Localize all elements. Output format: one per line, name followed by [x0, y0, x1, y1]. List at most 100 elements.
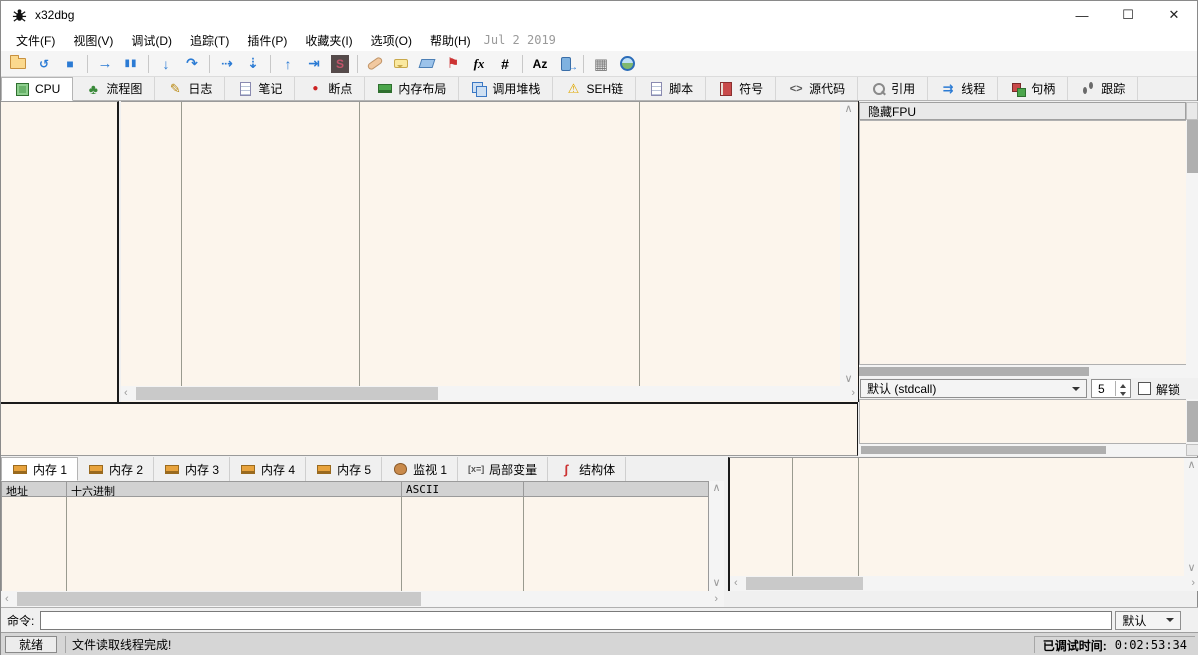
tab-seh-chain[interactable]: ⚠SEH链	[553, 77, 636, 100]
tab-dump-1[interactable]: 内存 1	[1, 457, 78, 481]
tab-script[interactable]: 脚本	[636, 77, 706, 100]
about-icon	[620, 56, 635, 71]
tab-watch-1[interactable]: 监视 1	[382, 457, 458, 481]
pencil-page-icon: ✎	[167, 81, 183, 97]
toolbar-separator	[209, 55, 210, 73]
dump-vscrollbar[interactable]: ∧ ∨	[709, 481, 724, 591]
close-button[interactable]: ✕	[1151, 1, 1197, 29]
dump-view[interactable]	[1, 497, 709, 591]
command-profile-combo[interactable]: 默认	[1115, 611, 1181, 630]
disassembly-sidebar[interactable]	[1, 101, 119, 402]
tab-source[interactable]: <>源代码	[776, 77, 858, 100]
functions-button[interactable]: fx	[467, 53, 491, 75]
menu-file[interactable]: 文件(F)	[7, 30, 64, 51]
run-to-user-code-button[interactable]: ⇥	[302, 53, 326, 75]
run-button[interactable]: →	[93, 53, 117, 75]
scroll-corner	[1186, 102, 1198, 120]
disassembly-vscrollbar[interactable]: ∧ ∨	[840, 102, 857, 387]
script-page-icon	[648, 81, 664, 97]
registers-view[interactable]	[859, 120, 1187, 365]
hide-fpu-button[interactable]: 隐藏FPU	[859, 102, 1186, 120]
restart-button[interactable]: ↺	[32, 53, 56, 75]
tab-call-stack[interactable]: 调用堆栈	[459, 77, 553, 100]
toolbar-separator	[583, 55, 584, 73]
spin-up-icon	[1116, 381, 1129, 390]
tab-struct[interactable]: ʃ结构体	[548, 457, 626, 481]
menu-plugins[interactable]: 插件(P)	[238, 30, 296, 51]
column-address: 地址	[2, 482, 67, 496]
tab-handles[interactable]: 句柄	[998, 77, 1068, 100]
menu-help[interactable]: 帮助(H)	[421, 30, 480, 51]
source-code-icon: <>	[788, 81, 804, 97]
trace-into-button[interactable]: ⇢	[215, 53, 239, 75]
registers-vscrollbar[interactable]	[1186, 120, 1198, 365]
pause-button[interactable]: ▮▮	[119, 53, 143, 75]
menu-favourites[interactable]: 收藏夹(I)	[296, 30, 361, 51]
attach-button[interactable]	[554, 53, 578, 75]
registers-hscrollbar[interactable]	[859, 365, 1198, 378]
stack-vscrollbar[interactable]: ∧ ∨	[1184, 458, 1198, 576]
tab-references[interactable]: 引用	[858, 77, 928, 100]
tab-symbols[interactable]: 符号	[706, 77, 776, 100]
dump-hscrollbar[interactable]: ‹ ›	[1, 591, 724, 607]
tab-threads[interactable]: ⇉线程	[928, 77, 998, 100]
minimize-button[interactable]: —	[1059, 1, 1105, 29]
chevron-down-icon	[1166, 618, 1174, 626]
title-bar[interactable]: x32dbg — ☐ ✕	[1, 1, 1197, 29]
step-into-button[interactable]: ↓	[154, 53, 178, 75]
labels-button[interactable]	[415, 53, 439, 75]
case-button[interactable]: Az	[528, 53, 552, 75]
scroll-corner	[1186, 444, 1198, 456]
struct-icon: ʃ	[558, 461, 574, 477]
hash-button[interactable]: #	[493, 53, 517, 75]
references-magnifier-icon	[870, 81, 886, 97]
menu-trace[interactable]: 追踪(T)	[181, 30, 238, 51]
debug-time-panel: 已调试时间: 0:02:53:34	[1034, 636, 1195, 653]
trace-over-button[interactable]: ⇣	[241, 53, 265, 75]
tab-dump-3[interactable]: 内存 3	[154, 457, 230, 481]
toolbar-separator	[148, 55, 149, 73]
disassembly-hscrollbar[interactable]: ‹ ›	[121, 386, 858, 401]
step-over-button[interactable]: ↷	[180, 53, 204, 75]
bookmarks-button[interactable]: ⚑	[441, 53, 465, 75]
menu-options[interactable]: 选项(O)	[362, 30, 421, 51]
unlock-label: 解锁	[1156, 381, 1180, 398]
argument-count-spinner[interactable]: 5	[1091, 379, 1131, 398]
chevron-down-icon	[1072, 387, 1080, 395]
tab-dump-2[interactable]: 内存 2	[78, 457, 154, 481]
tab-breakpoints[interactable]: ●断点	[295, 77, 365, 100]
tab-locals[interactable]: [x=]局部变量	[458, 457, 548, 481]
menu-debug[interactable]: 调试(D)	[122, 30, 181, 51]
seh-chain-button[interactable]: S	[328, 53, 352, 75]
about-button[interactable]	[615, 53, 639, 75]
unlock-checkbox[interactable]	[1138, 382, 1151, 395]
command-input[interactable]	[40, 611, 1112, 630]
tab-graph[interactable]: ♣流程图	[73, 77, 155, 100]
tab-memory-map[interactable]: 内存布局	[365, 77, 459, 100]
column-extra	[524, 482, 708, 496]
arguments-vscrollbar[interactable]	[1186, 399, 1198, 444]
calculator-button[interactable]: ▦	[589, 53, 613, 75]
execute-till-return-button[interactable]: ↑	[276, 53, 300, 75]
stack-pane[interactable]: ∧ ∨ ‹ ›	[728, 457, 1198, 591]
tab-log[interactable]: ✎日志	[155, 77, 225, 100]
tab-dump-4[interactable]: 内存 4	[230, 457, 306, 481]
menu-view[interactable]: 视图(V)	[64, 30, 122, 51]
dump-header-row: 地址 十六进制 ASCII	[1, 481, 709, 497]
tab-dump-5[interactable]: 内存 5	[306, 457, 382, 481]
patches-button[interactable]	[363, 53, 387, 75]
toolbar-separator	[357, 55, 358, 73]
tab-trace[interactable]: 跟踪	[1068, 77, 1138, 100]
comments-button[interactable]	[389, 53, 413, 75]
calling-convention-combo[interactable]: 默认 (stdcall)	[860, 379, 1087, 398]
disassembly-pane[interactable]: ∧ ∨ ‹ ›	[121, 101, 858, 402]
tab-cpu[interactable]: CPU	[1, 77, 73, 101]
tab-notes[interactable]: 笔记	[225, 77, 295, 100]
stack-hscrollbar[interactable]: ‹ ›	[730, 576, 1198, 591]
maximize-button[interactable]: ☐	[1105, 1, 1151, 29]
arguments-view[interactable]	[859, 399, 1187, 444]
open-file-button[interactable]	[6, 53, 30, 75]
arguments-hscrollbar[interactable]	[859, 444, 1187, 456]
info-box[interactable]	[1, 402, 858, 456]
stop-button[interactable]: ■	[58, 53, 82, 75]
